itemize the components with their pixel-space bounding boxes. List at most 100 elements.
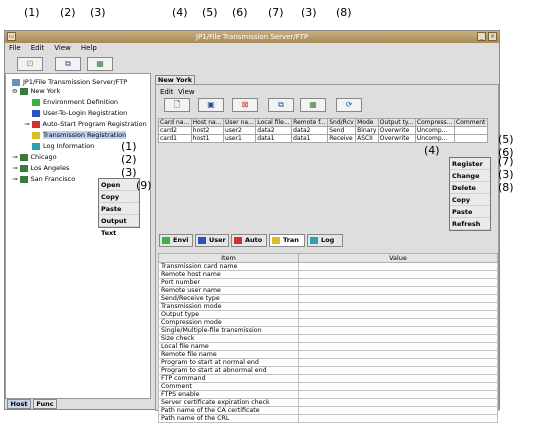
- property-name: Program to start at normal end: [158, 358, 299, 367]
- copy-button[interactable]: ⧉: [55, 57, 81, 71]
- tree-host-label: Chicago: [30, 153, 57, 161]
- col-header[interactable]: Card na...: [158, 118, 192, 127]
- delete-button[interactable]: ⊠: [232, 98, 258, 112]
- ctx-output-text[interactable]: Output Text: [99, 215, 139, 237]
- tab-host[interactable]: Host: [7, 399, 31, 409]
- property-row: Transmission mode: [158, 302, 498, 311]
- menu-file[interactable]: File: [9, 44, 21, 52]
- cell: Overwrite: [377, 134, 416, 143]
- ctx-change[interactable]: Change: [450, 170, 490, 182]
- property-name: Remote user name: [158, 286, 299, 295]
- value-header: Value: [298, 253, 498, 263]
- tree-item-log[interactable]: Log Information: [32, 142, 94, 151]
- tree-root[interactable]: JP1/File Transmission Server/FTP: [12, 78, 127, 87]
- col-header[interactable]: Remote f...: [291, 118, 329, 127]
- right-menu-edit[interactable]: Edit: [160, 88, 174, 96]
- open-button[interactable]: ⊡: [17, 57, 43, 71]
- paste-icon: ▦: [96, 59, 104, 68]
- col-header[interactable]: Comment: [454, 118, 488, 127]
- col-header[interactable]: User na...: [222, 118, 257, 127]
- close-icon[interactable]: ×: [488, 32, 497, 41]
- cell: ASCII: [355, 134, 379, 143]
- tree-host-newyork[interactable]: ⊖ New York: [12, 87, 60, 96]
- paste-icon: ▦: [309, 100, 317, 109]
- log-icon: [32, 142, 40, 150]
- menu-view[interactable]: View: [54, 44, 71, 52]
- tree-item-label: User-To-Login Registration: [43, 109, 128, 117]
- ctx-refresh[interactable]: Refresh: [450, 218, 490, 230]
- ctx-open[interactable]: Open: [99, 179, 139, 191]
- cell: host2: [190, 126, 224, 135]
- paste-card-button[interactable]: ▦: [300, 98, 326, 112]
- ctx-paste[interactable]: Paste: [450, 206, 490, 218]
- callout-3: (3): [90, 6, 106, 19]
- callout-7: (7): [268, 6, 284, 19]
- table-row[interactable]: card2 host2 user2 data2 data2 Send Binary Overw…: [158, 126, 488, 135]
- property-row: Transmission card name: [158, 262, 498, 271]
- ctx-copy[interactable]: Copy: [99, 191, 139, 203]
- refresh-button[interactable]: ⟳: [336, 98, 362, 112]
- change-button[interactable]: ▣: [198, 98, 224, 112]
- property-name: Path name of the CA certificate: [158, 406, 299, 415]
- tab-tran[interactable]: Tran: [269, 234, 305, 247]
- tree-host-chicago[interactable]: ⊸ Chicago: [12, 153, 57, 162]
- copy-card-button[interactable]: ⧉: [268, 98, 294, 112]
- tree-item-transmission[interactable]: Transmission Registration: [32, 131, 127, 140]
- callout-3b: (3): [301, 6, 317, 19]
- cell: card1: [158, 134, 192, 143]
- menu-edit[interactable]: Edit: [31, 44, 45, 52]
- col-header[interactable]: Local file...: [255, 118, 293, 127]
- menu-help[interactable]: Help: [81, 44, 97, 52]
- tab-log[interactable]: Log: [307, 234, 343, 247]
- callout-9: (9): [136, 179, 152, 192]
- tree-host-sanfrancisco[interactable]: ⊸ San Francisco: [12, 175, 75, 184]
- tree-item-user[interactable]: User-To-Login Registration: [32, 109, 127, 118]
- col-header[interactable]: Output ty...: [377, 118, 416, 127]
- tree-item-environment[interactable]: Environment Definition: [32, 98, 118, 107]
- tree-item-autostart[interactable]: ⊸ Auto-Start Program Registration: [24, 120, 147, 129]
- right-menu-view[interactable]: View: [178, 88, 195, 96]
- tab-auto[interactable]: Auto: [231, 234, 267, 247]
- ctx-delete[interactable]: Delete: [450, 182, 490, 194]
- system-menu-icon[interactable]: ▭: [7, 32, 16, 41]
- col-header[interactable]: Snd/Rcv: [327, 118, 357, 127]
- tab-func[interactable]: Func: [33, 399, 57, 409]
- host-detail-pane: Edit View 🗋 ▣ ⊠ ⧉ ▦ ⟳ Card na... Host na.…: [155, 84, 499, 423]
- property-name: Output type: [158, 310, 299, 319]
- environment-icon: [32, 98, 40, 106]
- table-row[interactable]: card1 host1 user1 data1 data1 Receive ASCII Ove…: [158, 134, 488, 143]
- property-row: Remote file name: [158, 350, 498, 359]
- property-value: [298, 318, 498, 327]
- ctx-paste[interactable]: Paste: [99, 203, 139, 215]
- delete-icon: ⊠: [241, 100, 249, 109]
- register-button[interactable]: 🗋: [164, 98, 190, 112]
- property-row: Remote host name: [158, 270, 498, 279]
- property-name: Compression mode: [158, 318, 299, 327]
- cell: [454, 126, 488, 135]
- tab-user[interactable]: User: [195, 234, 229, 247]
- callout-5b: (5): [498, 133, 514, 146]
- ctx-register[interactable]: Register: [450, 158, 490, 170]
- ctx-copy[interactable]: Copy: [450, 194, 490, 206]
- cell: user1: [222, 134, 257, 143]
- tab-envi[interactable]: Envi: [159, 234, 193, 247]
- col-header[interactable]: Mode: [355, 118, 379, 127]
- property-row: Program to start at abnormal end: [158, 366, 498, 375]
- change-icon: ▣: [207, 100, 215, 109]
- property-name: FTP command: [158, 374, 299, 383]
- host-icon: [19, 175, 28, 183]
- col-header[interactable]: Host na...: [190, 118, 224, 127]
- minimize-icon[interactable]: _: [477, 32, 486, 41]
- paste-button[interactable]: ▦: [87, 57, 113, 71]
- menu-bar: File Edit View Help: [5, 43, 499, 54]
- autostart-icon: [234, 236, 242, 244]
- col-header[interactable]: Compress...: [414, 118, 456, 127]
- property-table: Item Value Transmission card name Remote …: [158, 253, 498, 423]
- property-name: Port number: [158, 278, 299, 287]
- property-value: [298, 358, 498, 367]
- autostart-icon: [31, 120, 40, 128]
- property-value: [298, 374, 498, 383]
- property-row: Remote user name: [158, 286, 498, 295]
- tree-host-losangeles[interactable]: ⊸ Los Angeles: [12, 164, 69, 173]
- copy-icon: ⧉: [278, 100, 284, 109]
